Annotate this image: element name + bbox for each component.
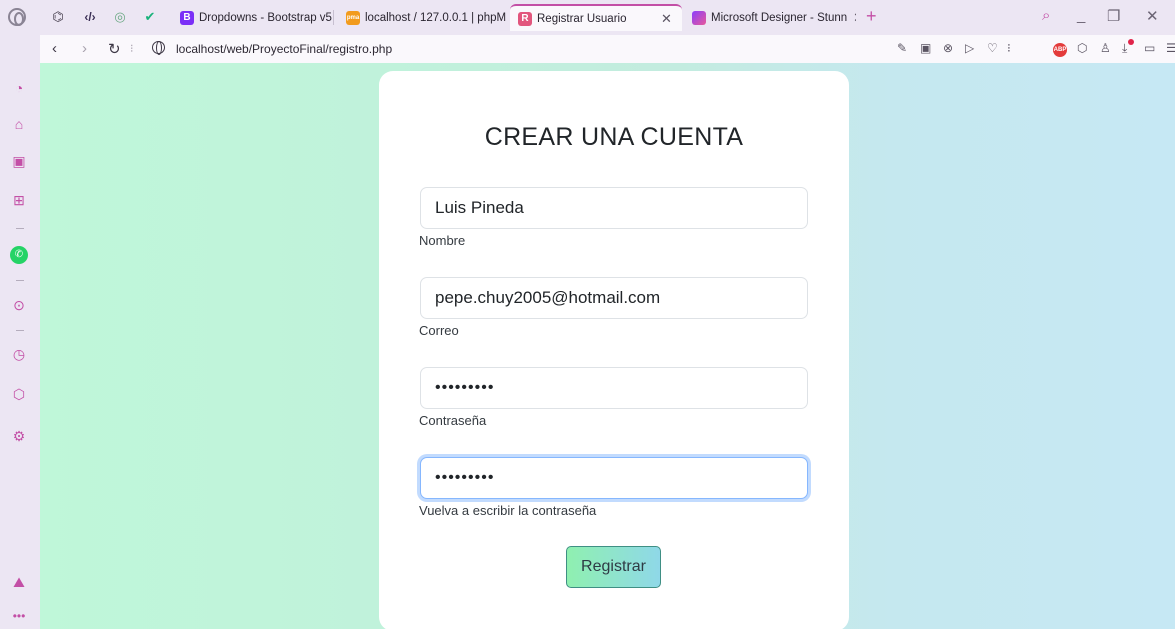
gallery-icon[interactable]: ⛰ bbox=[10, 573, 28, 591]
designer-icon: designer bbox=[692, 10, 706, 25]
search-tabs-icon[interactable]: ⌕ bbox=[1042, 7, 1050, 24]
download-icon[interactable]: ⤓ bbox=[1122, 41, 1127, 56]
battery-icon[interactable]: ▭ bbox=[1144, 41, 1155, 55]
minimize-icon[interactable]: _ bbox=[1077, 7, 1085, 24]
sidebar-separator bbox=[16, 228, 24, 229]
sidebar-separator bbox=[16, 280, 24, 281]
address-bar: ‹ › ↻ ⁝ localhost/web/ProyectoFinal/regi… bbox=[40, 35, 1175, 63]
profile-icon[interactable]: ♙ bbox=[1100, 41, 1111, 55]
close-window-icon[interactable]: ✕ bbox=[1146, 7, 1159, 25]
tab-bar: ⌬ ‹/› ◎ ✔ B Dropdowns - Bootstrap v5. ✕ … bbox=[0, 0, 1175, 35]
page-viewport: CREAR UNA CUENTA Luis Pineda Nombre pepe… bbox=[40, 63, 1175, 629]
form-title: CREAR UNA CUENTA bbox=[484, 123, 744, 151]
extensions-icon[interactable]: ⬡ bbox=[10, 385, 28, 403]
back-icon[interactable]: ‹ bbox=[52, 40, 57, 57]
name-input[interactable]: Luis Pineda bbox=[420, 187, 808, 229]
registro-favicon-icon: R bbox=[518, 11, 532, 26]
restore-icon[interactable]: ❐ bbox=[1107, 7, 1120, 25]
more-options-icon[interactable]: ••• bbox=[10, 607, 28, 625]
password-label: Contraseña bbox=[419, 413, 487, 428]
adblock-icon[interactable]: ⊗ bbox=[943, 41, 953, 55]
sidebar: ◔ ⌂ ▣ ⊞ ✆ ⊙ ◷ ⬡ ⚙ ⛰ ••• bbox=[0, 35, 40, 629]
code-icon[interactable]: ‹/› bbox=[82, 9, 98, 25]
tab-bootstrap[interactable]: B Dropdowns - Bootstrap v5. ✕ bbox=[172, 4, 332, 31]
chip-icon[interactable]: ⊞ bbox=[10, 191, 28, 209]
send-icon[interactable]: ▷ bbox=[965, 41, 974, 55]
tab-phpmyadmin[interactable]: pma localhost / 127.0.0.1 | phpM ✕ bbox=[338, 4, 508, 31]
new-tab-plus-icon[interactable]: + bbox=[866, 6, 877, 27]
tab-separator bbox=[333, 10, 334, 25]
forward-icon[interactable]: › bbox=[82, 40, 87, 57]
register-card: CREAR UNA CUENTA Luis Pineda Nombre pepe… bbox=[379, 71, 849, 629]
gamepad-icon[interactable]: ⌬ bbox=[50, 9, 66, 25]
tab-microsoft-designer[interactable]: designer Microsoft Designer - Stunn ✕ bbox=[684, 4, 856, 31]
close-icon[interactable]: ✕ bbox=[853, 10, 856, 26]
name-label: Nombre bbox=[419, 233, 466, 248]
check-shield-icon[interactable]: ✔ bbox=[142, 9, 158, 25]
confirm-password-input[interactable]: ••••••••• bbox=[420, 457, 808, 499]
email-label: Correo bbox=[419, 323, 459, 338]
edit-icon[interactable]: ✎ bbox=[897, 41, 907, 55]
speed-dial-icon[interactable]: ◔ bbox=[10, 79, 28, 97]
email-input[interactable]: pepe.chuy2005@hotmail.com bbox=[420, 277, 808, 319]
bootstrap-icon: B bbox=[180, 10, 194, 25]
whatsapp-icon[interactable]: ✆ bbox=[10, 246, 28, 264]
twitch-icon[interactable]: ▣ bbox=[10, 152, 28, 170]
divider-icon: ⁝ bbox=[130, 43, 134, 55]
tab-label: localhost / 127.0.0.1 | phpM bbox=[365, 11, 507, 24]
easy-setup-icon[interactable]: ☰ bbox=[1166, 41, 1175, 55]
chatgpt-icon[interactable]: ◎ bbox=[112, 9, 128, 25]
adblock-plus-icon[interactable]: ABP bbox=[1053, 43, 1067, 57]
sidebar-separator bbox=[16, 330, 24, 331]
tab-registrar-usuario[interactable]: R Registrar Usuario ✕ bbox=[510, 4, 682, 31]
tab-label: Microsoft Designer - Stunn bbox=[711, 11, 848, 24]
globe-icon[interactable] bbox=[152, 41, 165, 55]
more-icon[interactable]: ⁝ bbox=[1007, 41, 1011, 55]
reload-icon[interactable]: ↻ bbox=[108, 40, 121, 58]
url-field[interactable]: localhost/web/ProyectoFinal/registro.php bbox=[176, 42, 392, 56]
camera-icon[interactable]: ▣ bbox=[920, 41, 931, 55]
player-icon[interactable]: ⊙ bbox=[10, 296, 28, 314]
phpmyadmin-icon: pma bbox=[346, 10, 360, 25]
cube-icon[interactable]: ⬡ bbox=[1077, 41, 1087, 55]
close-icon[interactable]: ✕ bbox=[661, 11, 672, 27]
password-input[interactable]: ••••••••• bbox=[420, 367, 808, 409]
history-icon[interactable]: ◷ bbox=[10, 345, 28, 363]
settings-gear-icon[interactable]: ⚙ bbox=[10, 427, 28, 445]
tab-label: Registrar Usuario bbox=[537, 12, 627, 25]
heart-icon[interactable]: ♡ bbox=[987, 41, 998, 55]
shopping-icon[interactable]: ⌂ bbox=[10, 115, 28, 133]
opera-logo-icon[interactable] bbox=[8, 8, 26, 26]
notification-dot bbox=[1128, 39, 1134, 45]
confirm-password-label: Vuelva a escribir la contraseña bbox=[419, 503, 597, 518]
tab-label: Dropdowns - Bootstrap v5. bbox=[199, 11, 332, 24]
register-button[interactable]: Registrar bbox=[566, 546, 661, 588]
